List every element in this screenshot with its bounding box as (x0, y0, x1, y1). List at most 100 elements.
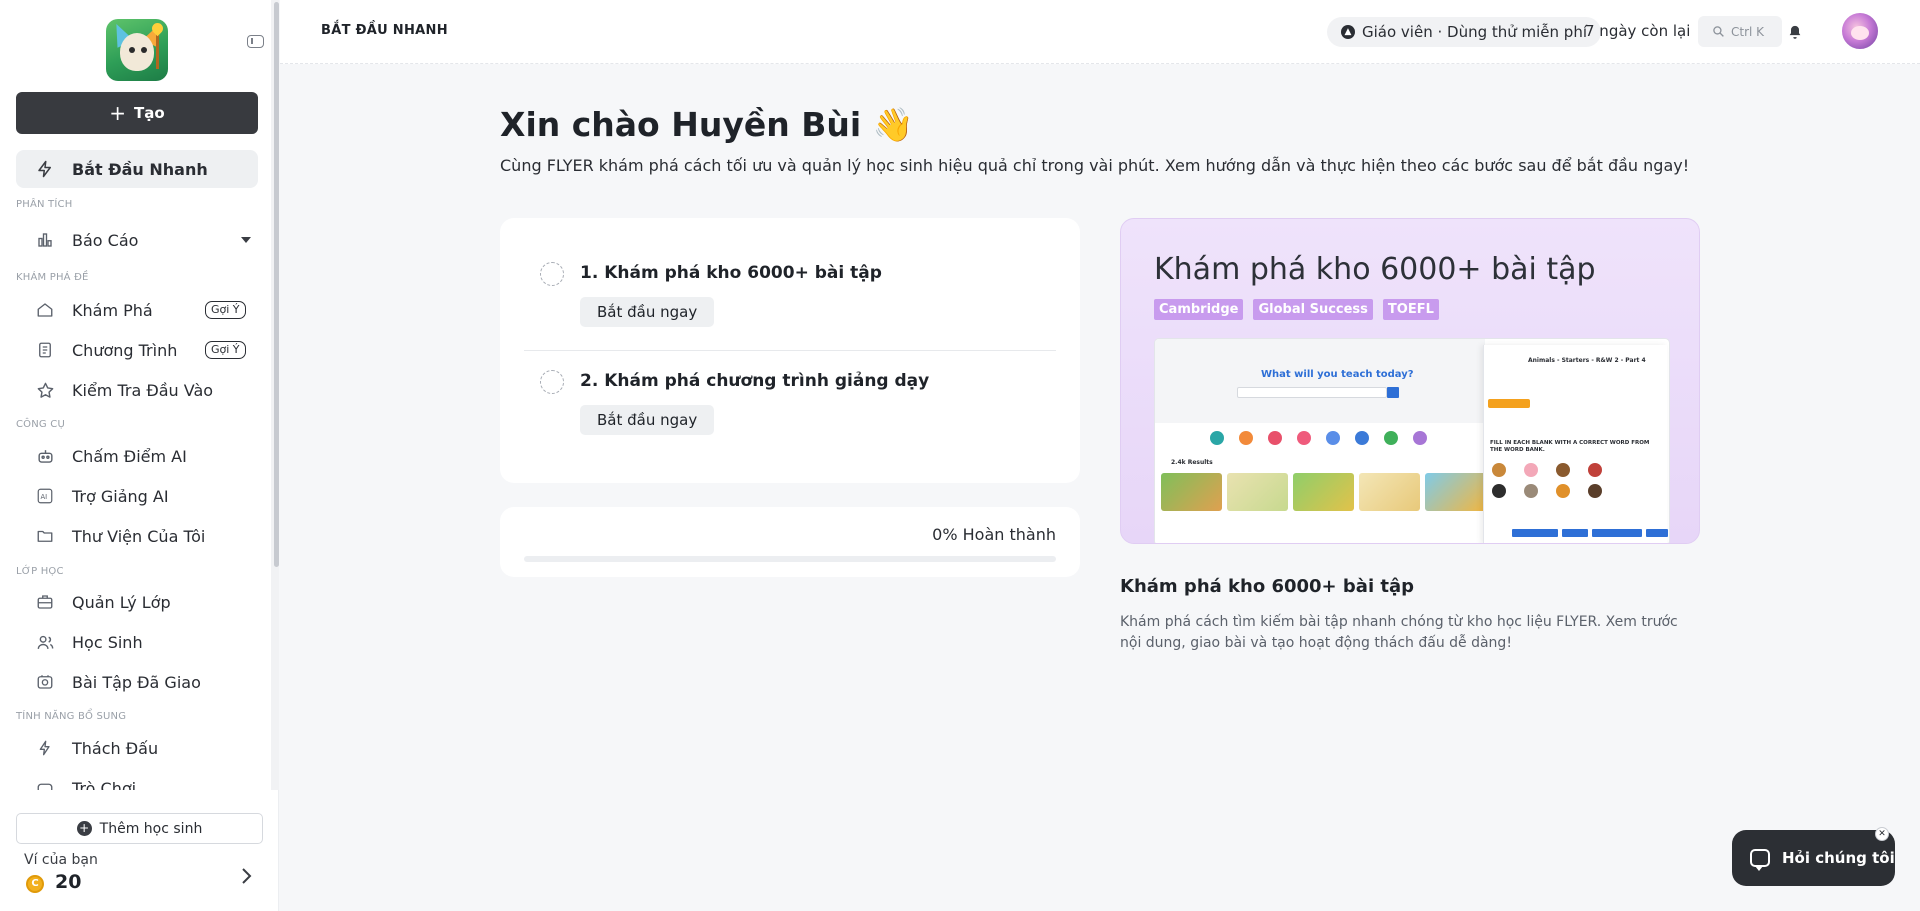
sidebar-item-label: Báo Cáo (72, 230, 139, 250)
bolt-icon (34, 737, 56, 759)
step-status-circle-icon (540, 370, 564, 394)
sidebar-item-label: Bài Tập Đã Giao (72, 672, 201, 692)
mock-category-icon (1413, 431, 1427, 445)
sidebar-scrollbar-thumb[interactable] (274, 2, 279, 567)
chevron-down-icon[interactable] (241, 237, 251, 243)
start-now-button[interactable]: Bắt đầu ngay (580, 297, 715, 327)
mock-premium-badge (1488, 399, 1530, 408)
section-label-analysis: PHÂN TÍCH (16, 199, 73, 210)
sidebar-item-label: Thư Viện Của Tôi (72, 526, 206, 546)
sidebar-item-label: Trò Chơi (72, 778, 137, 791)
tag-toefl: TOEFL (1382, 299, 1439, 320)
section-label-extra: TÍNH NĂNG BỔ SUNG (16, 711, 127, 722)
sidebar-item-challenge[interactable]: Thách Đấu (16, 729, 258, 767)
sidebar-collapse-icon[interactable] (247, 35, 264, 48)
sidebar-item-ai-assistant[interactable]: AI Trợ Giảng AI (16, 477, 258, 515)
mock-category-icons (1210, 431, 1427, 445)
preview-title: Khám phá kho 6000+ bài tập (1154, 252, 1596, 287)
divider (524, 350, 1056, 351)
section-label-tools: CÔNG CỤ (16, 419, 65, 430)
hint-badge: Gợi Ý (205, 301, 246, 319)
create-button[interactable]: + Tạo (16, 92, 258, 134)
sidebar-item-reports[interactable]: Báo Cáo (16, 221, 258, 259)
mock-action-button (1646, 529, 1668, 537)
mock-detail-panel: Animals - Starters - R&W 2 - Part 4 FILL… (1483, 345, 1668, 543)
close-icon[interactable]: ✕ (1875, 827, 1889, 841)
mock-animal-image (1588, 463, 1602, 477)
mock-animal-image (1556, 463, 1570, 477)
robot-icon (34, 445, 56, 467)
mock-animal-image (1524, 484, 1538, 498)
sidebar-item-program[interactable]: Chương Trình Gợi Ý (16, 331, 258, 369)
gamepad-icon (34, 777, 56, 790)
mock-category-icon (1384, 431, 1398, 445)
description-text: Khám phá cách tìm kiếm bài tập nhanh chó… (1120, 614, 1678, 651)
preview-card: Khám phá kho 6000+ bài tập Cambridge Glo… (1120, 218, 1700, 544)
chevron-right-icon[interactable] (240, 866, 260, 886)
star-icon (34, 379, 56, 401)
mock-thumbnail (1293, 473, 1354, 511)
trial-badge-label: Giáo viên · Dùng thử miễn phí (1362, 23, 1588, 41)
mock-action-button (1562, 529, 1588, 537)
start-now-button[interactable]: Bắt đầu ngay (580, 405, 715, 435)
sidebar-item-label: Khám Phá (72, 300, 153, 320)
sidebar-item-students[interactable]: Học Sinh (16, 623, 258, 661)
mock-category-icon (1326, 431, 1340, 445)
sidebar-item-my-library[interactable]: Thư Viện Của Tôi (16, 517, 258, 555)
search-shortcut: Ctrl K (1731, 24, 1765, 39)
page-title: BẮT ĐẦU NHANH (321, 23, 448, 38)
assignment-icon (34, 671, 56, 693)
description-title: Khám phá kho 6000+ bài tập (1120, 576, 1415, 597)
add-student-label: Thêm học sinh (99, 820, 203, 837)
plus-circle-icon: + (76, 821, 92, 836)
mock-animal-image (1492, 463, 1506, 477)
mock-category-icon (1355, 431, 1369, 445)
step-status-circle-icon (540, 262, 564, 286)
plus-icon: + (109, 101, 127, 125)
mock-thumbnail (1227, 473, 1288, 511)
progress-bar (524, 556, 1056, 562)
sidebar-item-assigned[interactable]: Bài Tập Đã Giao (16, 663, 258, 701)
users-icon (34, 631, 56, 653)
add-student-button[interactable]: + Thêm học sinh (16, 813, 263, 844)
mock-category-icon (1268, 431, 1282, 445)
avatar[interactable] (1840, 11, 1880, 51)
wallet-amount: 20 (55, 871, 82, 893)
wallet-label: Ví của bạn (24, 852, 98, 868)
bell-icon[interactable] (1787, 24, 1803, 41)
document-icon (34, 339, 56, 361)
sidebar: + Tạo Bắt Đầu Nhanh PHÂN TÍCH Báo Cáo KH… (0, 0, 279, 911)
flyer-logo[interactable] (106, 19, 168, 81)
sidebar-item-entrance-test[interactable]: Kiểm Tra Đầu Vào (16, 371, 258, 409)
sidebar-item-label: Chương Trình (72, 340, 178, 360)
folder-icon (34, 525, 56, 547)
mock-results-label: 2.4k Results (1171, 459, 1213, 466)
arrow-up-icon: ▲ (1341, 25, 1355, 39)
mock-thumbnail (1425, 473, 1486, 511)
mock-thumbnail (1359, 473, 1420, 511)
ask-us-button[interactable]: Hỏi chúng tôi (1732, 830, 1895, 886)
mock-action-button (1592, 529, 1642, 537)
sidebar-item-label: Kiểm Tra Đầu Vào (72, 380, 214, 400)
mock-action-button (1512, 529, 1558, 537)
sidebar-item-label: Quản Lý Lớp (72, 592, 171, 612)
sidebar-item-ai-grading[interactable]: Chấm Điểm AI (16, 437, 258, 475)
sidebar-item-class-manage[interactable]: Quản Lý Lớp (16, 583, 258, 621)
mock-animal-image (1588, 484, 1602, 498)
sidebar-item-label: Trợ Giảng AI (72, 486, 169, 506)
progress-label: 0% Hoàn thành (932, 525, 1056, 544)
top-header: BẮT ĐẦU NHANH ▲ Giáo viên · Dùng thử miễ… (280, 0, 1920, 64)
mock-animal-image (1492, 484, 1506, 498)
sidebar-item-discover[interactable]: Khám Phá Gợi Ý (16, 291, 258, 329)
logo-eye-left (129, 47, 135, 53)
sidebar-item-games[interactable]: Trò Chơi (16, 769, 258, 790)
sidebar-item-quick-start[interactable]: Bắt Đầu Nhanh (16, 150, 258, 188)
trial-badge[interactable]: ▲ Giáo viên · Dùng thử miễn phí (1327, 17, 1602, 47)
mock-heading: What will you teach today? (1261, 369, 1414, 380)
search-button[interactable]: Ctrl K (1698, 16, 1782, 47)
create-button-label: Tạo (134, 104, 165, 122)
sidebar-item-label: Thách Đấu (72, 738, 159, 758)
mock-instruction: FILL IN EACH BLANK WITH A CORRECT WORD F… (1490, 440, 1650, 453)
step-title: 1. Khám phá kho 6000+ bài tập (580, 263, 882, 283)
svg-text:AI: AI (41, 493, 48, 501)
